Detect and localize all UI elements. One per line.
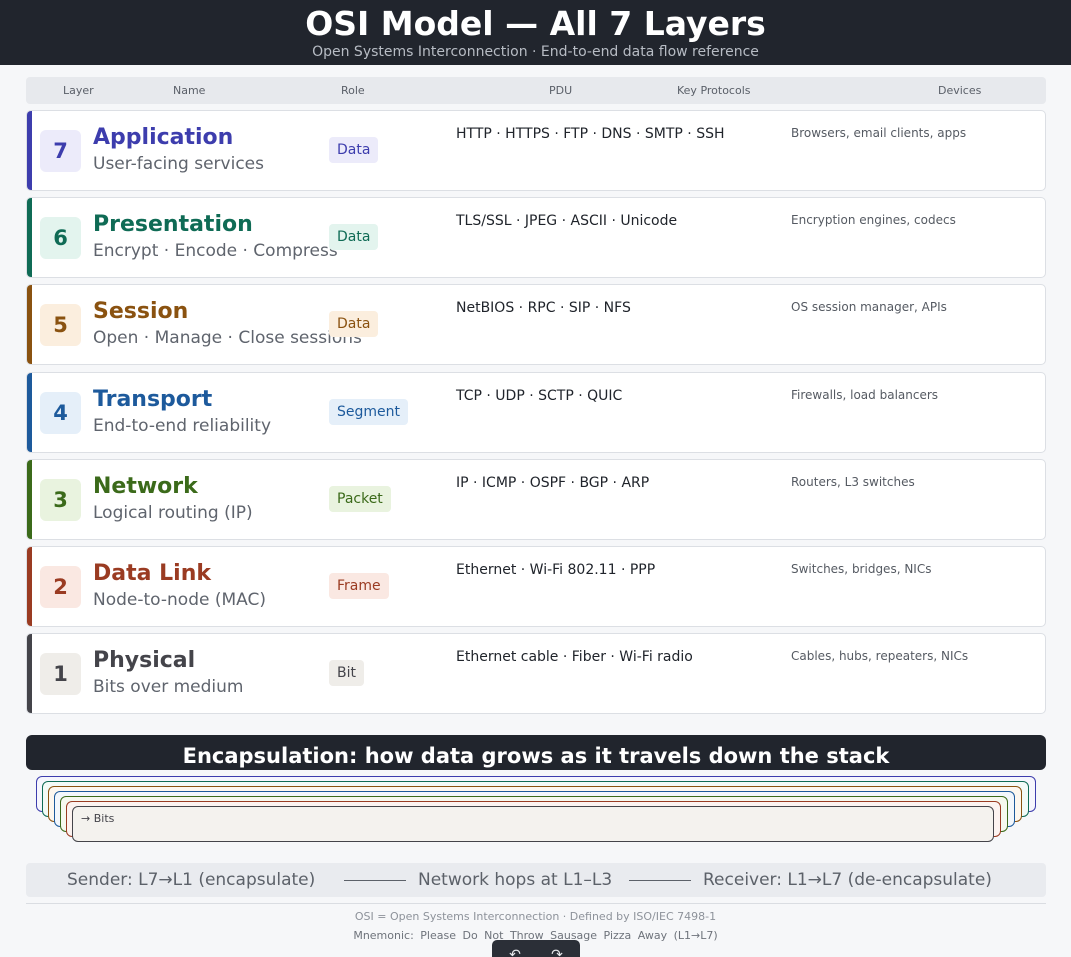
layer-row-3: 3 Network Logical routing (IP) Packet IP · I… (26, 458, 1046, 540)
encapsulation-box: → Bits (72, 806, 994, 842)
column-header-devices: Devices (938, 84, 982, 97)
layer-devices: Cables, hubs, repeaters, NICs (791, 649, 969, 664)
layer-number: 7 (40, 130, 81, 172)
layer-row-2: 2 Data Link Node-to-node (MAC) Frame Etherne… (26, 546, 1046, 627)
layer-name: Transport (93, 386, 213, 412)
layer-description: Open · Manage · Close sessions (93, 328, 362, 349)
floating-toolbar: ↶ ↷ (492, 940, 580, 957)
footer-divider (26, 903, 1046, 904)
flow-receiver: Receiver: L1→L7 (de-encapsulate) (703, 870, 992, 890)
layer-devices: Switches, bridges, NICs (791, 562, 932, 576)
layer-description: Bits over medium (93, 677, 244, 698)
layer-protocols: Ethernet · Wi-Fi 802.11 · PPP (456, 562, 656, 578)
pdu-badge: Frame (329, 573, 389, 599)
layer-devices: Firewalls, load balancers (791, 387, 939, 402)
layer-protocols: IP · ICMP · OSPF · BGP · ARP (456, 474, 650, 491)
pdu-badge: Data (329, 224, 379, 251)
redo-icon[interactable]: ↷ (548, 948, 566, 957)
layer-accent-bar (27, 547, 32, 626)
layer-row-1: 1 Physical Bits over medium Bit Ethernet cab… (26, 633, 1046, 715)
layer-protocols: TLS/SSL · JPEG · ASCII · Unicode (456, 213, 678, 230)
osi-diagram-page: OSI Model — All 7 Layers Open Systems In… (0, 0, 1071, 957)
layer-devices: Routers, L3 switches (791, 474, 915, 489)
page-subtitle: Open Systems Interconnection · End-to-en… (312, 44, 759, 60)
layer-name: Data Link (93, 561, 211, 586)
layer-accent-bar (27, 111, 32, 190)
layer-protocols: Ethernet cable · Fiber · Wi-Fi radio (456, 649, 693, 666)
pdu-badge: Data (329, 311, 379, 338)
layer-name: Application (93, 125, 234, 150)
layer-accent-bar (27, 372, 32, 452)
layer-devices: Browsers, email clients, apps (791, 126, 967, 140)
layer-row-7: 7 Application User-facing services Data HTTP… (26, 110, 1046, 191)
layer-number: 4 (40, 391, 81, 434)
pdu-badge: Data (329, 137, 379, 163)
page-title: OSI Model — All 7 Layers (305, 4, 766, 43)
layer-protocols: NetBIOS · RPC · SIP · NFS (456, 300, 631, 317)
pdu-badge: Bit (329, 660, 364, 687)
layer-description: End-to-end reliability (93, 415, 272, 436)
layer-row-4: 4 Transport End-to-end reliability Segment T… (26, 371, 1046, 453)
layer-accent-bar (27, 634, 32, 714)
undo-icon[interactable]: ↶ (506, 948, 524, 957)
layer-accent-bar (27, 285, 32, 365)
layer-protocols: HTTP · HTTPS · FTP · DNS · SMTP · SSH (456, 126, 725, 142)
flow-sender: Sender: L7→L1 (encapsulate) (67, 870, 316, 890)
layer-row-6: 6 Presentation Encrypt · Encode · Compress… (26, 197, 1046, 279)
layer-description: User-facing services (93, 154, 264, 174)
column-header-pdu: PDU (549, 84, 573, 97)
layer-description: Encrypt · Encode · Compress (93, 241, 338, 262)
layer-name: Session (93, 299, 189, 325)
layer-number: 5 (40, 304, 81, 347)
column-header-row: Layer Name Role PDU Key Protocols Device… (26, 77, 1046, 104)
footer-definition: OSI = Open Systems Interconnection · Def… (354, 910, 717, 923)
layer-accent-bar (27, 459, 32, 539)
flow-network: Network hops at L1–L3 (418, 870, 613, 890)
column-header-layer: Layer (63, 84, 94, 97)
flow-connector-left (344, 880, 406, 881)
layer-name: Network (93, 473, 198, 499)
layer-devices: Encryption engines, codecs (791, 213, 956, 228)
layer-number: 1 (40, 653, 81, 696)
layer-description: Node-to-node (MAC) (93, 590, 266, 610)
layer-name: Physical (93, 648, 196, 674)
flow-connector-right (629, 880, 691, 881)
column-header-name: Name (173, 84, 206, 97)
layer-devices: OS session manager, APIs (791, 300, 947, 315)
layer-description: Logical routing (IP) (93, 502, 253, 523)
layer-row-5: 5 Session Open · Manage · Close sessions Da… (26, 284, 1046, 366)
pdu-badge: Packet (329, 485, 391, 512)
layer-number: 6 (40, 217, 81, 260)
layer-protocols: TCP · UDP · SCTP · QUIC (456, 387, 623, 404)
pdu-badge: Segment (329, 398, 408, 425)
layer-accent-bar (27, 198, 32, 278)
encapsulation-label: → Bits (81, 812, 115, 825)
layer-number: 2 (40, 566, 81, 608)
data-flow-strip: Sender: L7→L1 (encapsulate) Network hops… (26, 863, 1046, 897)
page-header: OSI Model — All 7 Layers Open Systems In… (0, 0, 1071, 65)
column-header-role: Role (341, 84, 365, 97)
column-header-protocols: Key Protocols (677, 84, 751, 97)
layer-name: Presentation (93, 212, 253, 238)
encapsulation-title: Encapsulation: how data grows as it trav… (26, 735, 1046, 770)
encapsulation-diagram: App data+ Pres+ Sess+ TCP hdr+ IP hdr+ M… (26, 770, 1046, 850)
layer-number: 3 (40, 478, 81, 521)
